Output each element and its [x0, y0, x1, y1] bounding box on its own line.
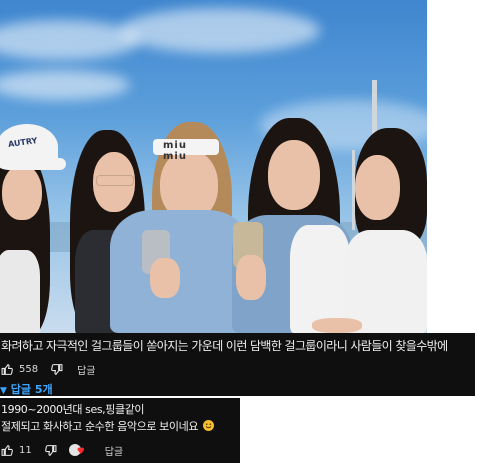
- creator-heart: ♥: [68, 444, 89, 457]
- thumb-down-icon[interactable]: [44, 444, 57, 457]
- like-count: 11: [19, 445, 32, 456]
- reply-button[interactable]: 답글: [77, 362, 95, 377]
- comment-actions: 558 답글: [1, 362, 96, 377]
- reply-text-line-1: 1990~2000년대 ses,핑클같이: [1, 403, 145, 416]
- reply-button[interactable]: 답글: [105, 443, 123, 458]
- cloud: [120, 8, 320, 53]
- replies-toggle[interactable]: ▼ 답글 5개: [0, 381, 53, 397]
- video-frame[interactable]: AUTRY miu miu: [0, 0, 427, 333]
- cloud: [0, 70, 130, 100]
- thumb-down-icon[interactable]: [50, 363, 63, 376]
- headband-logo: miu miu: [163, 140, 187, 162]
- caret-down-icon: ▼: [0, 386, 7, 396]
- smile-emoji-icon: [203, 420, 215, 431]
- reply-text: 절제되고 화사하고 순수한 음악으로 보이네요: [1, 420, 199, 433]
- thumb-up-icon[interactable]: [1, 444, 14, 457]
- heart-icon: ♥: [76, 447, 85, 457]
- reply-text-line-2: 절제되고 화사하고 순수한 음악으로 보이네요: [1, 418, 215, 434]
- comment-text: 화려하고 자극적인 걸그룹들이 쏟아지는 가운데 이런 담백한 걸그룹이라니 사…: [1, 339, 448, 353]
- cloud: [0, 20, 140, 60]
- reply-comment: 1990~2000년대 ses,핑클같이 절제되고 화사하고 순수한 음악으로 …: [0, 398, 240, 463]
- like-count: 558: [19, 364, 39, 375]
- thumb-up-icon[interactable]: [1, 363, 14, 376]
- comment: 화려하고 자극적인 걸그룹들이 쏟아지는 가운데 이런 담백한 걸그룹이라니 사…: [0, 333, 475, 396]
- reply-actions: 11 ♥ 답글: [1, 443, 123, 458]
